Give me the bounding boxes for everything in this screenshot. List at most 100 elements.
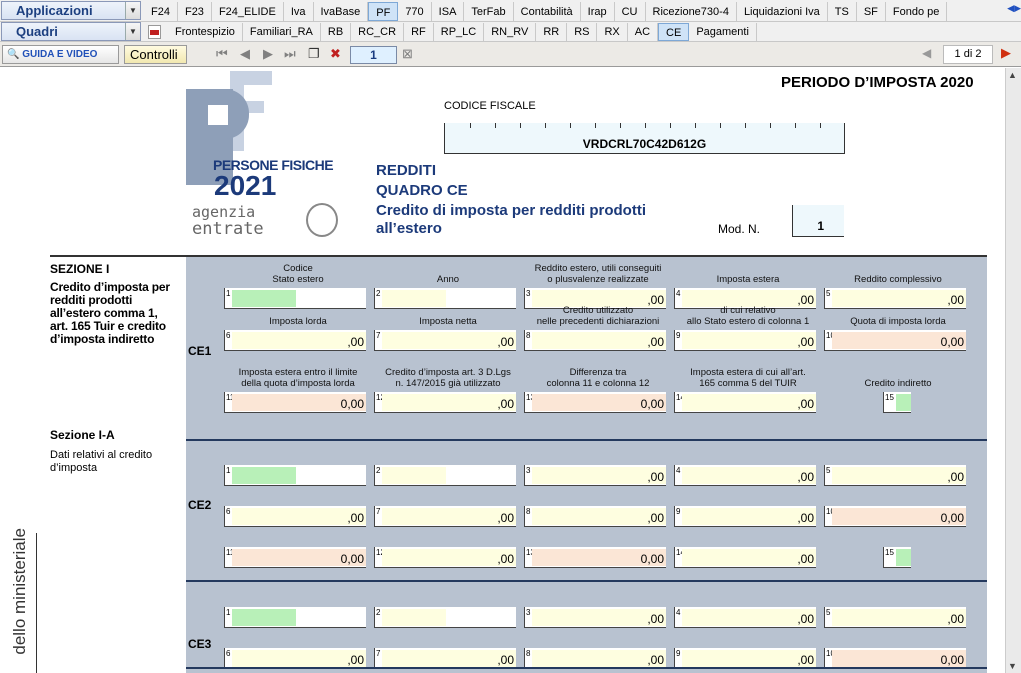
field-ce1-6[interactable]: 6,00 <box>224 330 366 351</box>
field-ce3-8[interactable]: 8,00 <box>524 648 666 669</box>
mod-n-field[interactable]: 1 <box>792 205 844 237</box>
field-input[interactable] <box>232 508 366 525</box>
field-input[interactable] <box>832 609 966 626</box>
field-input[interactable] <box>232 467 296 484</box>
field-ce2-15[interactable]: 15 <box>883 547 911 568</box>
field-input[interactable] <box>832 290 966 307</box>
pdf-icon[interactable] <box>148 25 161 39</box>
quadro-tab-rf[interactable]: RF <box>404 23 434 41</box>
tab-sf[interactable]: SF <box>857 2 886 21</box>
field-input[interactable] <box>382 508 516 525</box>
field-ce3-4[interactable]: 4,00 <box>674 607 816 628</box>
field-input[interactable] <box>682 467 816 484</box>
chevron-down-icon[interactable]: ▼ <box>125 23 140 40</box>
field-input[interactable] <box>682 508 816 525</box>
field-ce2-10[interactable]: 10 0,00 <box>824 506 966 527</box>
tab-scroll-arrows-icon[interactable]: ◀▶ <box>1007 3 1021 14</box>
field-ce2-7[interactable]: 7,00 <box>374 506 516 527</box>
field-ce2-5[interactable]: 5,00 <box>824 465 966 486</box>
field-ce3-7[interactable]: 7,00 <box>374 648 516 669</box>
controlli-button[interactable]: Controlli <box>124 45 187 64</box>
next-page-icon[interactable]: ▶ <box>263 46 273 62</box>
field-input[interactable] <box>382 290 446 307</box>
field-input[interactable] <box>232 650 366 667</box>
field-input[interactable] <box>532 467 666 484</box>
field-ce2-1[interactable]: 1 <box>224 465 366 486</box>
field-ce2-13[interactable]: 13 0,00 <box>524 547 666 568</box>
field-ce1-13[interactable]: 13 0,00 <box>524 392 666 413</box>
field-ce2-12[interactable]: 12,00 <box>374 547 516 568</box>
tab-irap[interactable]: Irap <box>581 2 615 21</box>
field-input[interactable] <box>682 650 816 667</box>
field-ce1-12[interactable]: 12,00 <box>374 392 516 413</box>
field-ce3-2[interactable]: 2 <box>374 607 516 628</box>
field-ce3-5[interactable]: 5,00 <box>824 607 966 628</box>
field-ce2-9[interactable]: 9,00 <box>674 506 816 527</box>
tab-liquidazioni-iva[interactable]: Liquidazioni Iva <box>737 2 828 21</box>
tab-cu[interactable]: CU <box>615 2 646 21</box>
field-input[interactable] <box>896 394 911 411</box>
field-input[interactable] <box>382 650 516 667</box>
field-input[interactable] <box>682 609 816 626</box>
quadro-tab-familiari-ra[interactable]: Familiari_RA <box>243 23 321 41</box>
field-ce3-6[interactable]: 6,00 <box>224 648 366 669</box>
quadro-tab-rs[interactable]: RS <box>567 23 598 41</box>
tab-f24-elide[interactable]: F24_ELIDE <box>212 2 284 21</box>
field-ce3-9[interactable]: 9,00 <box>674 648 816 669</box>
quadro-tab-rn-rv[interactable]: RN_RV <box>484 23 537 41</box>
tab-ivabase[interactable]: IvaBase <box>314 2 369 21</box>
field-input[interactable] <box>232 609 296 626</box>
field-input[interactable] <box>382 394 516 411</box>
field-ce3-3[interactable]: 3,00 <box>524 607 666 628</box>
field-ce3-1[interactable]: 1 <box>224 607 366 628</box>
field-ce1-15[interactable]: 15 <box>883 392 911 413</box>
page-number-input[interactable]: 1 <box>350 46 397 64</box>
field-input[interactable] <box>382 549 516 566</box>
scroll-up-icon[interactable]: ▲ <box>1008 70 1017 80</box>
field-ce1-10[interactable]: 10 0,00 <box>824 330 966 351</box>
field-input[interactable] <box>832 467 966 484</box>
field-ce2-6[interactable]: 6,00 <box>224 506 366 527</box>
field-ce2-11[interactable]: 11 0,00 <box>224 547 366 568</box>
field-ce2-3[interactable]: 3,00 <box>524 465 666 486</box>
prev-page-icon[interactable]: ◀ <box>240 46 250 62</box>
field-input[interactable] <box>532 508 666 525</box>
cancel-icon[interactable]: ⊠ <box>402 46 413 62</box>
quadro-tab-rx[interactable]: RX <box>597 23 628 41</box>
quadro-tab-ac[interactable]: AC <box>628 23 659 41</box>
quadro-tab-ce[interactable]: CE <box>658 23 690 41</box>
tab-terfab[interactable]: TerFab <box>464 2 514 21</box>
quadro-tab-rc-cr[interactable]: RC_CR <box>351 23 405 41</box>
first-page-icon[interactable]: ⏮ <box>216 46 228 62</box>
codice-fiscale-field[interactable]: VRDCRL70C42D612G <box>444 123 845 154</box>
field-input[interactable] <box>532 609 666 626</box>
field-input[interactable] <box>896 549 911 566</box>
quadro-tab-frontespizio[interactable]: Frontespizio <box>168 23 243 41</box>
tab-isa[interactable]: ISA <box>432 2 465 21</box>
delete-page-icon[interactable]: ✖ <box>330 46 341 62</box>
field-ce1-8[interactable]: 8,00 <box>524 330 666 351</box>
field-input[interactable] <box>682 394 816 411</box>
field-input[interactable] <box>682 332 816 349</box>
field-input[interactable] <box>532 650 666 667</box>
field-input[interactable] <box>532 332 666 349</box>
tab-iva[interactable]: Iva <box>284 2 314 21</box>
field-ce1-14[interactable]: 14,00 <box>674 392 816 413</box>
field-ce1-5[interactable]: 5,00 <box>824 288 966 309</box>
tab-ricezione730-4[interactable]: Ricezione730-4 <box>646 2 737 21</box>
field-input[interactable] <box>232 332 366 349</box>
field-ce1-9[interactable]: 9,00 <box>674 330 816 351</box>
tab-contabilit-[interactable]: Contabilità <box>514 2 581 21</box>
field-ce1-1[interactable]: 1 <box>224 288 366 309</box>
scroll-down-icon[interactable]: ▼ <box>1008 661 1017 671</box>
tab-pf[interactable]: PF <box>368 2 399 21</box>
tab-ts[interactable]: TS <box>828 2 857 21</box>
prev-module-icon[interactable]: ◀ <box>922 46 931 60</box>
field-input[interactable] <box>382 467 446 484</box>
field-input[interactable] <box>382 609 446 626</box>
tab-770[interactable]: 770 <box>398 2 432 21</box>
quadro-tab-pagamenti[interactable]: Pagamenti <box>689 23 757 41</box>
field-input[interactable] <box>382 332 516 349</box>
next-module-icon[interactable]: ▶ <box>1001 45 1011 61</box>
field-ce2-4[interactable]: 4,00 <box>674 465 816 486</box>
